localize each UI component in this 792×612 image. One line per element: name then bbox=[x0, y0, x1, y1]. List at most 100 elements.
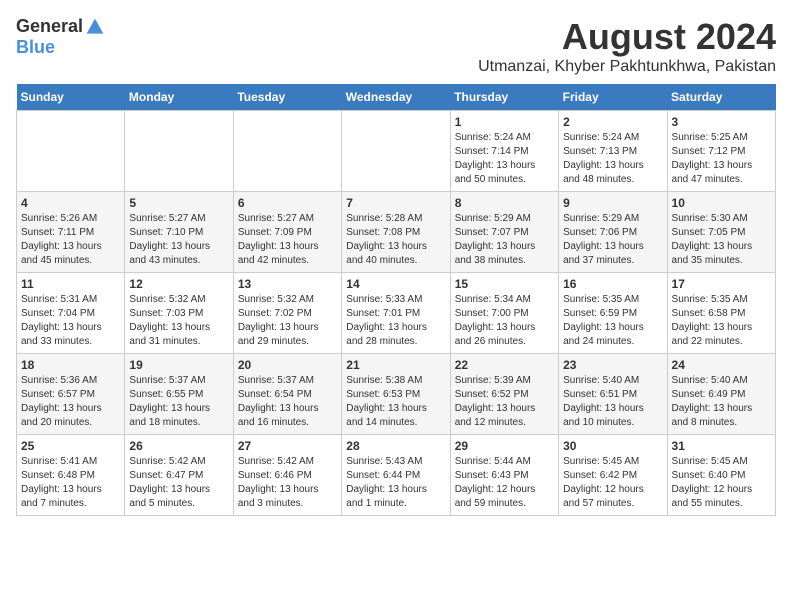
day-number: 29 bbox=[455, 439, 554, 453]
calendar-cell bbox=[125, 111, 233, 192]
header-thursday: Thursday bbox=[450, 84, 558, 111]
day-info: Sunrise: 5:24 AM Sunset: 7:13 PM Dayligh… bbox=[563, 131, 662, 187]
calendar-cell bbox=[17, 111, 125, 192]
day-number: 27 bbox=[238, 439, 337, 453]
main-title: August 2024 bbox=[478, 16, 776, 58]
calendar-cell: 18 Sunrise: 5:36 AM Sunset: 6:57 PM Dayli… bbox=[17, 354, 125, 435]
day-number: 15 bbox=[455, 277, 554, 291]
calendar-header: SundayMondayTuesdayWednesdayThursdayFrid… bbox=[17, 84, 776, 111]
day-info: Sunrise: 5:24 AM Sunset: 7:14 PM Dayligh… bbox=[455, 131, 554, 187]
day-info: Sunrise: 5:37 AM Sunset: 6:55 PM Dayligh… bbox=[129, 374, 228, 430]
day-info: Sunrise: 5:43 AM Sunset: 6:44 PM Dayligh… bbox=[346, 455, 445, 511]
day-number: 12 bbox=[129, 277, 228, 291]
header-friday: Friday bbox=[559, 84, 667, 111]
subtitle: Utmanzai, Khyber Pakhtunkhwa, Pakistan bbox=[478, 58, 776, 76]
calendar-cell: 8 Sunrise: 5:29 AM Sunset: 7:07 PM Daylig… bbox=[450, 192, 558, 273]
day-info: Sunrise: 5:33 AM Sunset: 7:01 PM Dayligh… bbox=[346, 293, 445, 349]
day-number: 22 bbox=[455, 358, 554, 372]
calendar-cell: 20 Sunrise: 5:37 AM Sunset: 6:54 PM Dayli… bbox=[233, 354, 341, 435]
day-info: Sunrise: 5:44 AM Sunset: 6:43 PM Dayligh… bbox=[455, 455, 554, 511]
header-wednesday: Wednesday bbox=[342, 84, 450, 111]
day-number: 13 bbox=[238, 277, 337, 291]
calendar-cell: 28Sunrise: 5:43 AM Sunset: 6:44 PM Dayli… bbox=[342, 435, 450, 516]
day-number: 6 bbox=[238, 196, 337, 210]
calendar-cell: 4 Sunrise: 5:26 AM Sunset: 7:11 PM Daylig… bbox=[17, 192, 125, 273]
header-tuesday: Tuesday bbox=[233, 84, 341, 111]
day-number: 14 bbox=[346, 277, 445, 291]
calendar-table: SundayMondayTuesdayWednesdayThursdayFrid… bbox=[16, 84, 776, 516]
calendar-cell: 22 Sunrise: 5:39 AM Sunset: 6:52 PM Dayli… bbox=[450, 354, 558, 435]
day-info: Sunrise: 5:40 AM Sunset: 6:51 PM Dayligh… bbox=[563, 374, 662, 430]
calendar-body: 1 Sunrise: 5:24 AM Sunset: 7:14 PM Daylig… bbox=[17, 111, 776, 516]
calendar-cell: 12 Sunrise: 5:32 AM Sunset: 7:03 PM Dayli… bbox=[125, 273, 233, 354]
title-area: August 2024 Utmanzai, Khyber Pakhtunkhwa… bbox=[478, 16, 776, 76]
day-info: Sunrise: 5:32 AM Sunset: 7:03 PM Dayligh… bbox=[129, 293, 228, 349]
day-info: Sunrise: 5:42 AM Sunset: 6:46 PM Dayligh… bbox=[238, 455, 337, 511]
day-number: 24 bbox=[672, 358, 771, 372]
calendar-cell: 11 Sunrise: 5:31 AM Sunset: 7:04 PM Dayli… bbox=[17, 273, 125, 354]
day-info: Sunrise: 5:27 AM Sunset: 7:09 PM Dayligh… bbox=[238, 212, 337, 268]
calendar-cell: 24 Sunrise: 5:40 AM Sunset: 6:49 PM Dayli… bbox=[667, 354, 775, 435]
day-number: 21 bbox=[346, 358, 445, 372]
day-info: Sunrise: 5:26 AM Sunset: 7:11 PM Dayligh… bbox=[21, 212, 120, 268]
calendar-cell bbox=[233, 111, 341, 192]
calendar-cell: 29 Sunrise: 5:44 AM Sunset: 6:43 PM Dayli… bbox=[450, 435, 558, 516]
day-info: Sunrise: 5:38 AM Sunset: 6:53 PM Dayligh… bbox=[346, 374, 445, 430]
day-number: 4 bbox=[21, 196, 120, 210]
day-number: 17 bbox=[672, 277, 771, 291]
day-number: 1 bbox=[455, 115, 554, 129]
day-info: Sunrise: 5:35 AM Sunset: 6:59 PM Dayligh… bbox=[563, 293, 662, 349]
day-number: 23 bbox=[563, 358, 662, 372]
day-number: 18 bbox=[21, 358, 120, 372]
day-info: Sunrise: 5:25 AM Sunset: 7:12 PM Dayligh… bbox=[672, 131, 771, 187]
calendar-cell: 19 Sunrise: 5:37 AM Sunset: 6:55 PM Dayli… bbox=[125, 354, 233, 435]
day-info: Sunrise: 5:40 AM Sunset: 6:49 PM Dayligh… bbox=[672, 374, 771, 430]
day-number: 2 bbox=[563, 115, 662, 129]
calendar-cell: 27 Sunrise: 5:42 AM Sunset: 6:46 PM Dayli… bbox=[233, 435, 341, 516]
week-row-1: 1 Sunrise: 5:24 AM Sunset: 7:14 PM Daylig… bbox=[17, 111, 776, 192]
calendar-cell: 26Sunrise: 5:42 AM Sunset: 6:47 PM Dayli… bbox=[125, 435, 233, 516]
day-number: 11 bbox=[21, 277, 120, 291]
day-info: Sunrise: 5:31 AM Sunset: 7:04 PM Dayligh… bbox=[21, 293, 120, 349]
day-info: Sunrise: 5:41 AM Sunset: 6:48 PM Dayligh… bbox=[21, 455, 120, 511]
calendar-cell: 30Sunrise: 5:45 AM Sunset: 6:42 PM Dayli… bbox=[559, 435, 667, 516]
calendar-cell: 2 Sunrise: 5:24 AM Sunset: 7:13 PM Daylig… bbox=[559, 111, 667, 192]
day-info: Sunrise: 5:30 AM Sunset: 7:05 PM Dayligh… bbox=[672, 212, 771, 268]
calendar-cell: 17 Sunrise: 5:35 AM Sunset: 6:58 PM Dayli… bbox=[667, 273, 775, 354]
header-sunday: Sunday bbox=[17, 84, 125, 111]
calendar-cell: 7Sunrise: 5:28 AM Sunset: 7:08 PM Daylig… bbox=[342, 192, 450, 273]
day-info: Sunrise: 5:29 AM Sunset: 7:07 PM Dayligh… bbox=[455, 212, 554, 268]
week-row-3: 11 Sunrise: 5:31 AM Sunset: 7:04 PM Dayli… bbox=[17, 273, 776, 354]
day-number: 19 bbox=[129, 358, 228, 372]
header-saturday: Saturday bbox=[667, 84, 775, 111]
day-number: 8 bbox=[455, 196, 554, 210]
logo: General Blue bbox=[16, 16, 105, 58]
day-info: Sunrise: 5:45 AM Sunset: 6:40 PM Dayligh… bbox=[672, 455, 771, 511]
logo-blue: Blue bbox=[16, 37, 55, 58]
header-monday: Monday bbox=[125, 84, 233, 111]
day-number: 25 bbox=[21, 439, 120, 453]
calendar-cell: 14 Sunrise: 5:33 AM Sunset: 7:01 PM Dayli… bbox=[342, 273, 450, 354]
calendar-cell: 9Sunrise: 5:29 AM Sunset: 7:06 PM Daylig… bbox=[559, 192, 667, 273]
calendar-cell: 10Sunrise: 5:30 AM Sunset: 7:05 PM Dayli… bbox=[667, 192, 775, 273]
day-info: Sunrise: 5:34 AM Sunset: 7:00 PM Dayligh… bbox=[455, 293, 554, 349]
calendar-cell: 1 Sunrise: 5:24 AM Sunset: 7:14 PM Daylig… bbox=[450, 111, 558, 192]
calendar-cell: 5Sunrise: 5:27 AM Sunset: 7:10 PM Daylig… bbox=[125, 192, 233, 273]
week-row-5: 25 Sunrise: 5:41 AM Sunset: 6:48 PM Dayli… bbox=[17, 435, 776, 516]
day-info: Sunrise: 5:45 AM Sunset: 6:42 PM Dayligh… bbox=[563, 455, 662, 511]
day-number: 26 bbox=[129, 439, 228, 453]
day-info: Sunrise: 5:35 AM Sunset: 6:58 PM Dayligh… bbox=[672, 293, 771, 349]
calendar-cell: 21 Sunrise: 5:38 AM Sunset: 6:53 PM Dayli… bbox=[342, 354, 450, 435]
day-info: Sunrise: 5:37 AM Sunset: 6:54 PM Dayligh… bbox=[238, 374, 337, 430]
calendar-cell: 23 Sunrise: 5:40 AM Sunset: 6:51 PM Dayli… bbox=[559, 354, 667, 435]
day-number: 5 bbox=[129, 196, 228, 210]
calendar-cell: 31 Sunrise: 5:45 AM Sunset: 6:40 PM Dayli… bbox=[667, 435, 775, 516]
day-number: 20 bbox=[238, 358, 337, 372]
day-info: Sunrise: 5:32 AM Sunset: 7:02 PM Dayligh… bbox=[238, 293, 337, 349]
day-number: 31 bbox=[672, 439, 771, 453]
day-info: Sunrise: 5:39 AM Sunset: 6:52 PM Dayligh… bbox=[455, 374, 554, 430]
header-row: SundayMondayTuesdayWednesdayThursdayFrid… bbox=[17, 84, 776, 111]
day-info: Sunrise: 5:36 AM Sunset: 6:57 PM Dayligh… bbox=[21, 374, 120, 430]
calendar-cell: 3Sunrise: 5:25 AM Sunset: 7:12 PM Daylig… bbox=[667, 111, 775, 192]
calendar-cell: 15 Sunrise: 5:34 AM Sunset: 7:00 PM Dayli… bbox=[450, 273, 558, 354]
